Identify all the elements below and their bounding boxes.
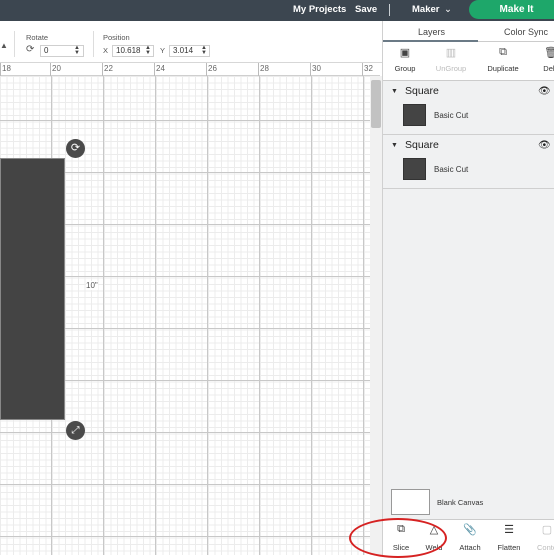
delete-icon: 🗑 bbox=[544, 47, 554, 59]
contour-icon: ▢ bbox=[541, 524, 553, 536]
attach-label: Attach bbox=[459, 543, 481, 552]
ruler-number: 28 bbox=[260, 64, 269, 73]
toolbar-divider bbox=[14, 31, 15, 57]
horizontal-ruler: 18 20 22 24 26 28 30 32 bbox=[0, 63, 380, 76]
attach-button[interactable]: 📎 Attach bbox=[452, 523, 488, 552]
rotate-icon: ⟳ bbox=[26, 44, 35, 55]
caret-down-icon[interactable]: ▼ bbox=[391, 88, 398, 95]
group-button[interactable]: ▣ Group bbox=[383, 46, 427, 73]
attach-icon: 📎 bbox=[463, 524, 477, 536]
ruler-tick bbox=[0, 63, 1, 76]
caret-down-icon[interactable]: ▼ bbox=[391, 142, 398, 149]
ruler-tick bbox=[102, 63, 103, 76]
layer-name: Square bbox=[405, 139, 439, 151]
blank-canvas-label: Blank Canvas bbox=[437, 498, 484, 507]
blank-canvas-swatch[interactable] bbox=[391, 489, 430, 515]
toolbar-divider bbox=[93, 31, 94, 57]
layer-group[interactable]: ▼ Square 👁 Basic Cut bbox=[383, 135, 554, 189]
layers-panel: Layers Color Sync ▣ Group ▥ UnGroup ⧉ Du… bbox=[382, 21, 554, 555]
ruler-number: 32 bbox=[364, 64, 373, 73]
layer-actions: ▣ Group ▥ UnGroup ⧉ Duplicate 🗑 Dele bbox=[383, 42, 554, 81]
my-projects-link[interactable]: My Projects bbox=[293, 4, 346, 15]
rotate-stepper[interactable]: ▲ ▼ bbox=[74, 45, 80, 56]
duplicate-button[interactable]: ⧉ Duplicate bbox=[481, 46, 525, 73]
layer-operation: Basic Cut bbox=[434, 111, 469, 120]
delete-button[interactable]: 🗑 Dele bbox=[529, 46, 554, 73]
save-button[interactable]: Save bbox=[355, 4, 377, 15]
ruler-number: 24 bbox=[156, 64, 165, 73]
x-stepper[interactable]: ▲ ▼ bbox=[145, 45, 151, 56]
ruler-number: 20 bbox=[52, 64, 61, 73]
panel-tabs: Layers Color Sync bbox=[383, 21, 554, 42]
topbar-separator bbox=[389, 4, 390, 16]
group-icon: ▣ bbox=[399, 47, 411, 59]
contour-label: Conto bbox=[536, 543, 554, 552]
duplicate-icon: ⧉ bbox=[499, 46, 507, 58]
rotate-handle-icon[interactable]: ⟳ bbox=[66, 139, 85, 158]
contour-button[interactable]: ▢ Conto bbox=[529, 523, 554, 552]
x-label: X bbox=[103, 46, 109, 55]
y-label: Y bbox=[160, 46, 166, 55]
canvas-scrollbar[interactable] bbox=[370, 76, 382, 555]
canvas-dimension-label: 10" bbox=[86, 281, 98, 290]
ruler-tick bbox=[50, 63, 51, 76]
scrollbar-thumb[interactable] bbox=[371, 80, 381, 128]
tab-layers[interactable]: Layers bbox=[418, 27, 445, 37]
layer-swatch[interactable] bbox=[403, 104, 426, 126]
ruler-tick bbox=[206, 63, 207, 76]
ruler-number: 26 bbox=[208, 64, 217, 73]
delete-label: Dele bbox=[543, 64, 554, 73]
eye-icon[interactable]: 👁 bbox=[538, 86, 551, 97]
flatten-label: Flatten bbox=[497, 543, 521, 552]
machine-select[interactable]: Maker bbox=[412, 4, 439, 15]
flatten-button[interactable]: ☰ Flatten bbox=[491, 523, 527, 552]
highlight-circle bbox=[349, 518, 447, 558]
position-label: Position bbox=[103, 33, 130, 42]
group-label: Group bbox=[394, 64, 416, 73]
make-it-button[interactable]: Make It bbox=[469, 0, 554, 19]
ungroup-label: UnGroup bbox=[435, 64, 467, 73]
duplicate-label: Duplicate bbox=[487, 64, 519, 73]
top-bar: My Projects Save Maker ⌄ Make It bbox=[0, 0, 554, 21]
layer-name: Square bbox=[405, 85, 439, 97]
layer-operation: Basic Cut bbox=[434, 165, 469, 174]
spin-icon[interactable]: ▲ bbox=[0, 41, 8, 50]
ungroup-button[interactable]: ▥ UnGroup bbox=[429, 46, 473, 73]
rotate-label: Rotate bbox=[26, 33, 49, 42]
resize-handle-icon[interactable]: ⤢ bbox=[66, 421, 85, 440]
tab-color-sync[interactable]: Color Sync bbox=[504, 27, 548, 37]
ruler-number: 22 bbox=[104, 64, 113, 73]
y-stepper[interactable]: ▲ ▼ bbox=[201, 45, 207, 56]
ruler-tick bbox=[362, 63, 363, 76]
eye-icon[interactable]: 👁 bbox=[538, 140, 551, 151]
layer-swatch[interactable] bbox=[403, 158, 426, 180]
ruler-number: 18 bbox=[2, 64, 11, 73]
ruler-tick bbox=[310, 63, 311, 76]
ruler-tick bbox=[258, 63, 259, 76]
layer-group[interactable]: ▼ Square 👁 Basic Cut bbox=[383, 81, 554, 135]
ruler-tick bbox=[154, 63, 155, 76]
ruler-number: 30 bbox=[312, 64, 321, 73]
square-shape[interactable] bbox=[0, 158, 65, 420]
flatten-icon: ☰ bbox=[504, 524, 514, 536]
ungroup-icon: ▥ bbox=[445, 47, 457, 59]
chevron-down-icon[interactable]: ⌄ bbox=[444, 4, 452, 15]
